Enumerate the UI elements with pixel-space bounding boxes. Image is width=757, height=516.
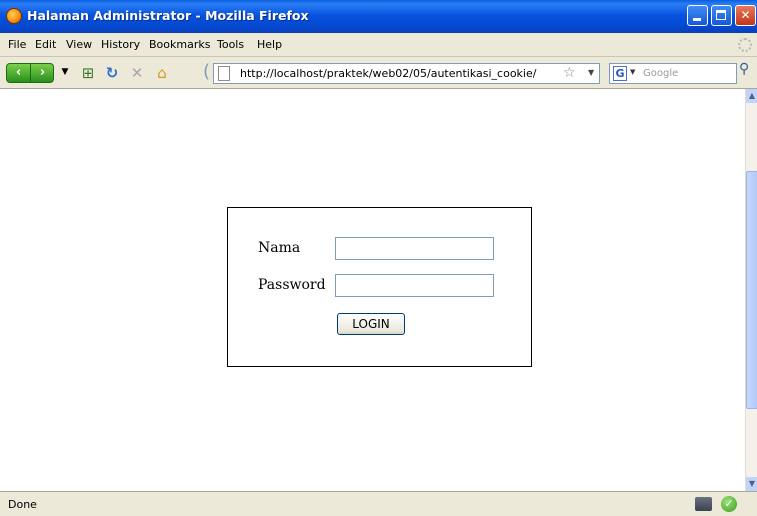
password-label: Password bbox=[258, 277, 326, 293]
reload-icon[interactable]: ↻ bbox=[103, 65, 121, 81]
menu-edit[interactable]: Edit bbox=[35, 38, 56, 51]
status-bar: Done ✓ bbox=[0, 491, 757, 516]
close-button[interactable]: ✕ bbox=[735, 5, 756, 26]
maximize-icon bbox=[716, 10, 726, 20]
history-dropdown-icon[interactable]: ▼ bbox=[56, 64, 74, 80]
google-engine-icon[interactable]: G bbox=[613, 66, 627, 81]
status-text: Done bbox=[8, 498, 37, 511]
scroll-thumb[interactable] bbox=[746, 171, 757, 409]
menu-file[interactable]: File bbox=[8, 38, 26, 51]
search-icon[interactable]: ⚲ bbox=[739, 61, 749, 77]
window-title: Halaman Administrator - Mozilla Firefox bbox=[27, 8, 309, 23]
addon-status-icon[interactable] bbox=[695, 497, 712, 511]
page-content: Nama Password LOGIN bbox=[0, 89, 745, 491]
scroll-down-icon[interactable]: ▼ bbox=[746, 477, 757, 491]
home-icon[interactable]: ⌂ bbox=[153, 65, 171, 81]
menu-bookmarks[interactable]: Bookmarks bbox=[149, 38, 210, 51]
url-bar[interactable]: http://localhost/praktek/web02/05/autent… bbox=[213, 63, 600, 84]
forward-button[interactable]: › bbox=[31, 64, 54, 82]
login-button[interactable]: LOGIN bbox=[337, 313, 405, 335]
nama-label: Nama bbox=[258, 240, 301, 256]
menu-view[interactable]: View bbox=[66, 38, 92, 51]
url-text[interactable]: http://localhost/praktek/web02/05/autent… bbox=[240, 67, 536, 80]
login-form: Nama Password LOGIN bbox=[227, 207, 532, 367]
vertical-scrollbar[interactable]: ▲ ▼ bbox=[745, 89, 757, 491]
maximize-button[interactable] bbox=[711, 5, 732, 26]
throbber-icon bbox=[738, 38, 752, 52]
stop-icon[interactable]: ✕ bbox=[128, 65, 146, 81]
check-icon[interactable]: ✓ bbox=[721, 496, 737, 512]
title-bar[interactable]: Halaman Administrator - Mozilla Firefox … bbox=[0, 0, 757, 33]
url-dropdown-icon[interactable]: ▼ bbox=[588, 68, 594, 77]
back-forward-group: ‹ › bbox=[6, 63, 54, 83]
menu-history[interactable]: History bbox=[101, 38, 140, 51]
nama-input[interactable] bbox=[335, 237, 494, 260]
engine-dropdown-icon[interactable]: ▼ bbox=[630, 68, 635, 76]
menu-tools[interactable]: Tools bbox=[217, 38, 244, 51]
minimize-icon bbox=[693, 18, 701, 21]
bookmark-star-icon[interactable]: ☆ bbox=[563, 65, 576, 81]
search-placeholder[interactable]: Google bbox=[643, 68, 678, 79]
page-icon bbox=[218, 66, 230, 81]
minimize-button[interactable] bbox=[687, 5, 708, 26]
url-bracket-icon: ( bbox=[203, 61, 211, 82]
search-bar[interactable]: G ▼ Google bbox=[609, 63, 737, 84]
firefox-logo-icon bbox=[6, 8, 22, 24]
menu-help[interactable]: Help bbox=[257, 38, 282, 51]
menu-bar: File Edit View History Bookmarks Tools H… bbox=[0, 33, 757, 57]
scroll-up-icon[interactable]: ▲ bbox=[746, 89, 757, 103]
password-input[interactable] bbox=[335, 274, 494, 297]
close-icon: ✕ bbox=[740, 8, 751, 22]
navigation-toolbar: ‹ › ▼ ⊞ ↻ ✕ ⌂ ( http://localhost/praktek… bbox=[0, 57, 757, 89]
new-tab-icon[interactable]: ⊞ bbox=[79, 65, 97, 81]
back-button[interactable]: ‹ bbox=[7, 64, 31, 82]
